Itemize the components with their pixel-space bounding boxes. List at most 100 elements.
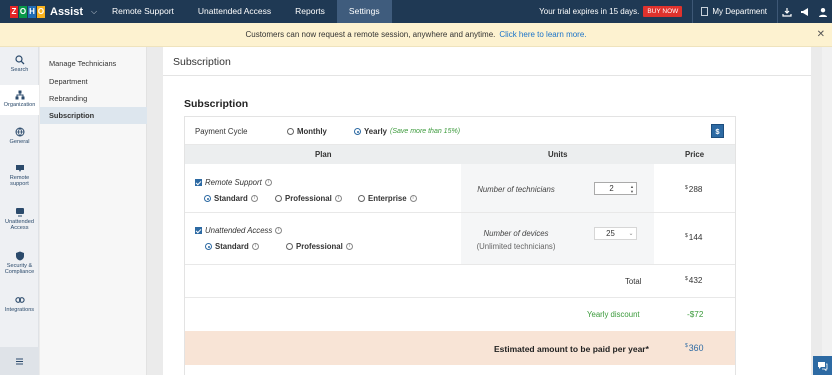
yearly-label: Yearly (364, 127, 387, 136)
rail-item-label: General (9, 139, 30, 145)
tab-settings[interactable]: Settings (336, 0, 392, 23)
globe-icon (15, 127, 25, 137)
info-icon[interactable]: i (409, 195, 417, 202)
rail-item-unattended-access[interactable]: Unattended Access (0, 207, 39, 237)
info-icon[interactable]: i (264, 179, 272, 186)
yearly-radio[interactable]: Yearly (Save more than 15%) (354, 127, 460, 136)
price-value: 144 (688, 233, 703, 242)
info-icon[interactable]: i (251, 243, 259, 250)
close-icon[interactable]: ✕ (817, 29, 825, 40)
trial-notice: Your trial expires in 15 days. (539, 7, 640, 16)
subnav-item-subscription[interactable]: Subscription (40, 107, 147, 124)
search-icon (14, 55, 25, 65)
shield-icon (15, 251, 25, 261)
organization-icon (15, 90, 25, 100)
main-content: Subscription Subscription Payment Cycle … (163, 47, 811, 375)
yearly-savings-note: (Save more than 15%) (389, 128, 461, 135)
info-icon[interactable]: i (275, 227, 283, 234)
scrollbar[interactable] (822, 47, 832, 375)
unattended-standard-radio[interactable]: Standard i (205, 242, 259, 251)
subnav-item-department[interactable]: Department (40, 73, 147, 90)
payment-cycle-label: Payment Cycle (195, 127, 248, 136)
tab-reports[interactable]: Reports (283, 0, 337, 23)
tab-unattended-access[interactable]: Unattended Access (186, 0, 283, 23)
rail-item-organization[interactable]: Organization (0, 85, 39, 115)
rail-item-security[interactable]: Security & Compliance (0, 251, 39, 281)
subnav-item-manage-technicians[interactable]: Manage Technicians (40, 55, 147, 72)
currency-button[interactable]: $ (711, 124, 724, 138)
checkbox-indicator (195, 179, 202, 186)
stepper-arrows-icon[interactable]: ▲ ▼ (628, 184, 636, 194)
price-value: 432 (688, 276, 703, 285)
info-icon[interactable]: i (345, 243, 353, 250)
integrations-icon (14, 295, 25, 305)
banner-learn-more-link[interactable]: Click here to learn more. (499, 30, 586, 39)
unattended-access-price: $144 (685, 233, 702, 242)
price-column-bg (654, 164, 735, 264)
column-header-units: Units (548, 150, 568, 159)
rail-item-label: Remote support (9, 175, 30, 188)
chevron-down-icon[interactable]: ⌵ (91, 7, 97, 17)
info-icon[interactable]: i (334, 195, 342, 202)
yearly-discount-label: Yearly discount (587, 310, 640, 319)
remote-support-price: $288 (685, 185, 702, 194)
department-label: My Department (712, 7, 767, 16)
collapse-menu-icon[interactable] (0, 347, 39, 375)
rail-item-label: Unattended Access (5, 219, 34, 232)
column-header-price: Price (685, 150, 705, 159)
announcement-icon[interactable] (796, 0, 814, 23)
unattended-access-checkbox[interactable]: Unattended Access i (195, 226, 283, 235)
rail-item-label: Organization (3, 102, 36, 108)
rail-item-label: Search (10, 67, 29, 73)
buy-now-button[interactable]: BUY NOW (643, 6, 683, 17)
stepper-value: 2 (609, 184, 614, 193)
unattended-professional-radio[interactable]: Professional i (286, 242, 353, 251)
rail-item-label: Security & Compliance (4, 263, 35, 276)
rail-item-search[interactable]: Search (0, 55, 39, 81)
devices-units-label: Number of devices (483, 229, 549, 238)
yearly-discount-value: -$72 (687, 310, 704, 319)
remote-professional-radio[interactable]: Professional i (275, 194, 342, 203)
divider (185, 212, 735, 213)
radio-indicator (358, 195, 365, 202)
price-value: 288 (688, 185, 703, 194)
currency-symbol: $ (685, 343, 688, 349)
chevron-down-icon: ⌄ (628, 231, 634, 237)
option-label: Professional (285, 194, 332, 203)
page-title: Subscription (173, 56, 231, 68)
user-icon[interactable] (814, 0, 832, 23)
organization-subnav: Manage Technicians Department Rebranding… (40, 47, 147, 375)
department-switcher[interactable]: My Department (693, 7, 777, 16)
subscription-card: Payment Cycle Monthly Yearly (Save more … (184, 116, 736, 375)
download-icon[interactable] (778, 0, 796, 23)
rail-item-label: Integrations (4, 307, 35, 313)
department-icon (701, 7, 709, 16)
radio-indicator (205, 243, 212, 250)
estimate-label: Estimated amount to be paid per year* (494, 344, 649, 354)
product-name: Assist (50, 5, 84, 18)
subnav-item-rebranding[interactable]: Rebranding (40, 90, 147, 107)
technicians-units-label: Number of technicians (477, 185, 555, 194)
rail-item-general[interactable]: General (0, 127, 39, 153)
monthly-radio[interactable]: Monthly (287, 127, 327, 136)
chat-icon[interactable] (813, 356, 832, 375)
zoho-logo: Z O H O (10, 5, 46, 18)
devices-units-note: (Unlimited technicians) (476, 242, 556, 251)
technicians-stepper[interactable]: 2 ▲ ▼ (594, 182, 637, 195)
remote-support-checkbox[interactable]: Remote Support i (195, 178, 272, 187)
logo-letter: Z (10, 5, 18, 18)
app-switcher[interactable]: Z O H O Assist ⌵ (0, 0, 100, 23)
option-label: Professional (296, 242, 343, 251)
rail-item-remote-support[interactable]: Remote support (0, 163, 39, 193)
remote-standard-radio[interactable]: Standard i (204, 194, 258, 203)
info-icon[interactable]: i (250, 195, 258, 202)
rail-item-integrations[interactable]: Integrations (0, 295, 39, 321)
tab-remote-support[interactable]: Remote Support (100, 0, 186, 23)
radio-indicator (275, 195, 282, 202)
devices-select[interactable]: 25 ⌄ (594, 227, 637, 240)
currency-symbol: $ (685, 185, 688, 191)
radio-indicator (204, 195, 211, 202)
estimate-value: $360 (685, 343, 703, 353)
remote-enterprise-radio[interactable]: Enterprise i (358, 194, 417, 203)
top-bar: Z O H O Assist ⌵ Remote Support Unattend… (0, 0, 832, 23)
